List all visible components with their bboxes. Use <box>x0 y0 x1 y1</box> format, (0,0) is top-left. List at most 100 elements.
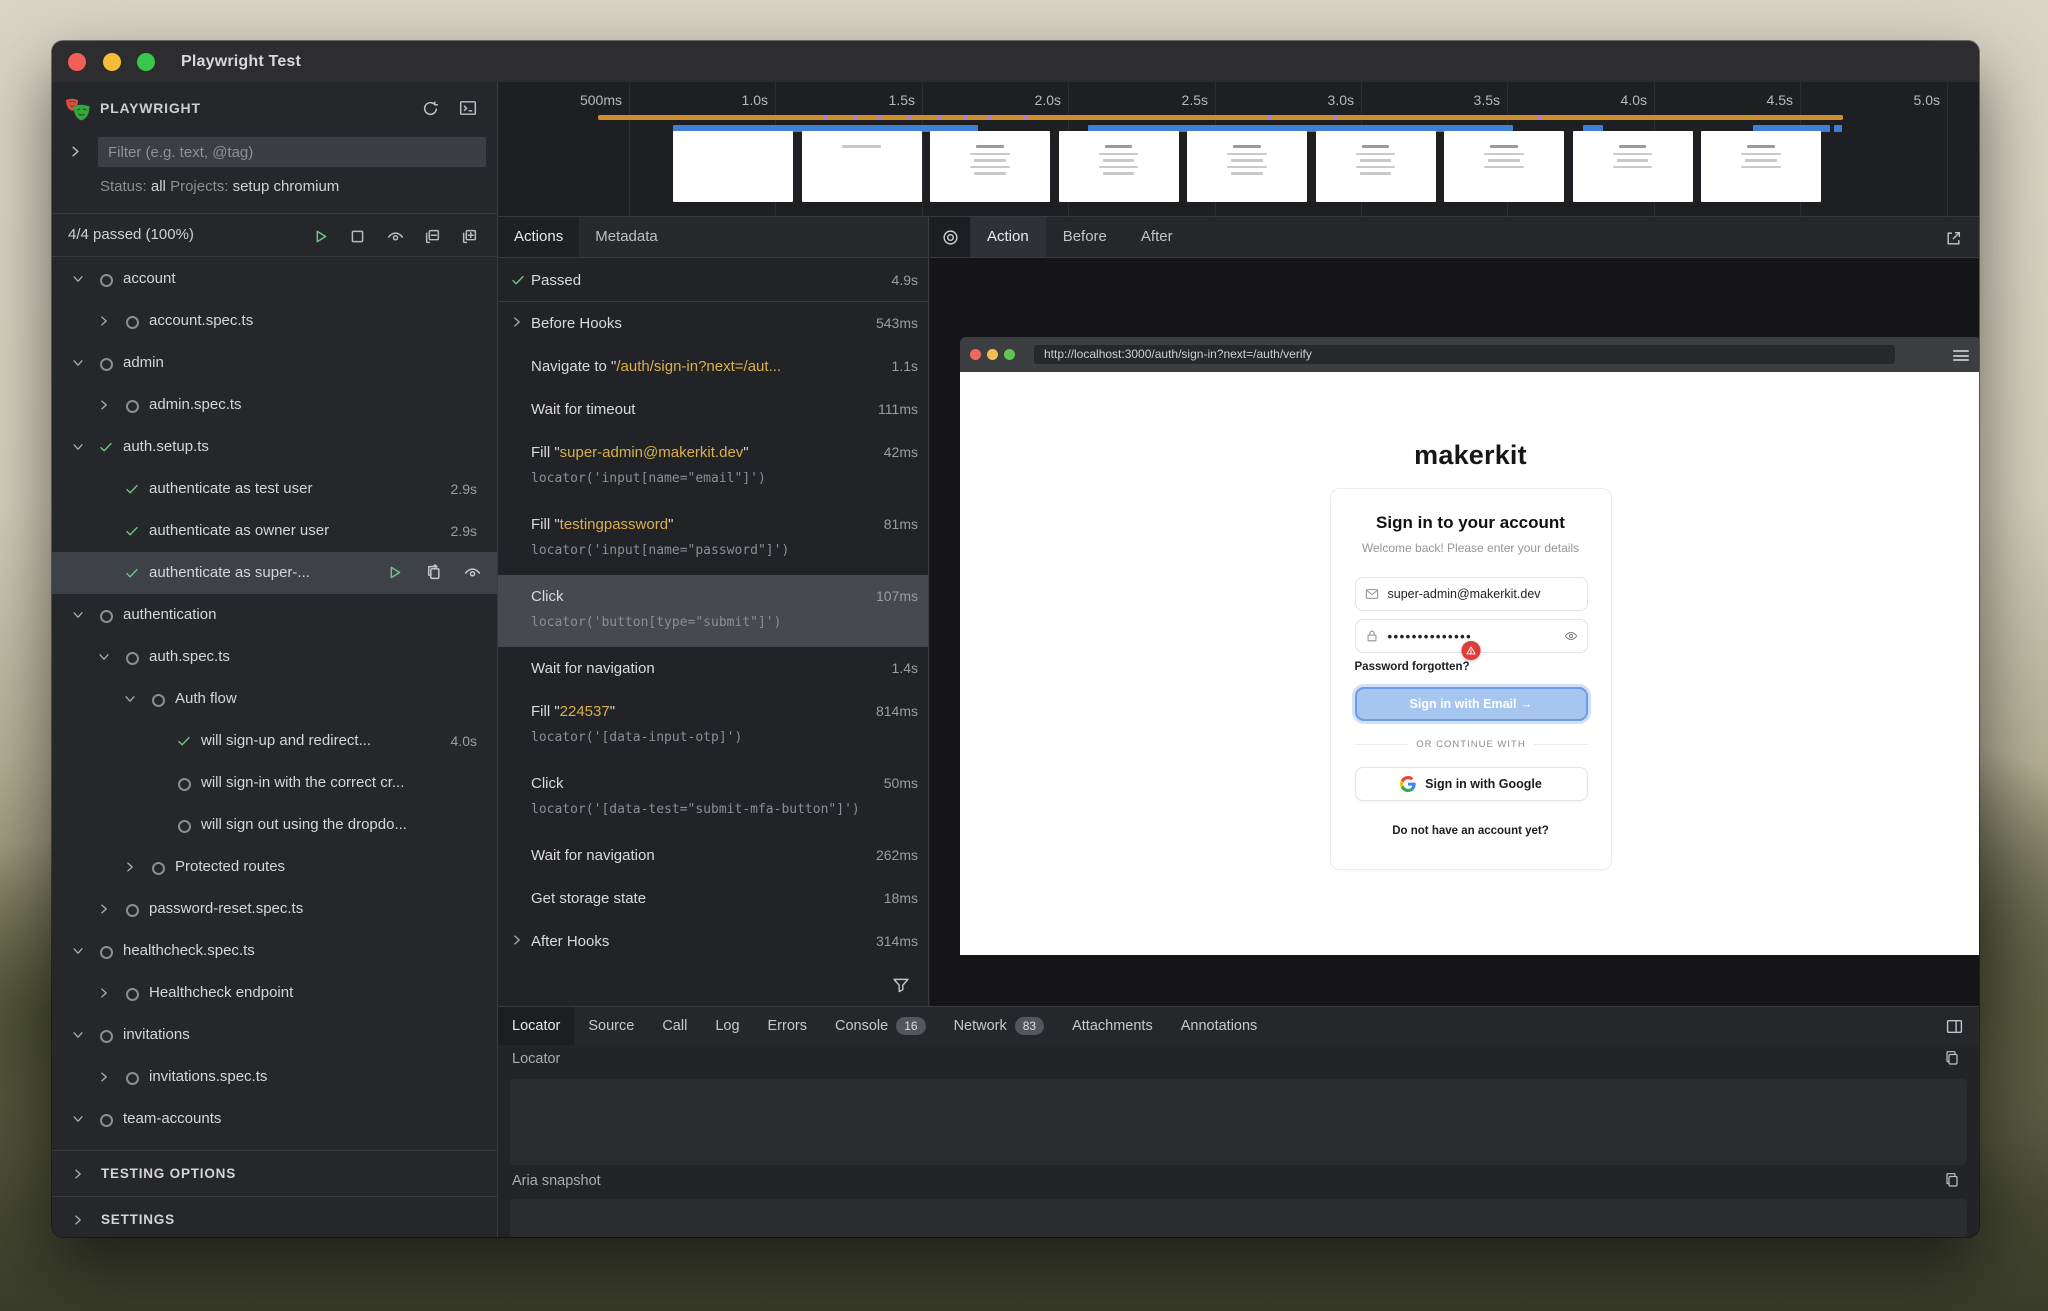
forgot-password-link[interactable]: Password forgotten? <box>1355 661 1470 673</box>
tab-network[interactable]: Network83 <box>940 1007 1059 1045</box>
chevron-down-icon[interactable] <box>71 608 85 627</box>
expand-all-icon[interactable] <box>457 224 481 248</box>
filmstrip-thumbnail[interactable] <box>1573 131 1693 202</box>
show-password-icon[interactable] <box>1564 629 1578 648</box>
chevron-down-icon[interactable] <box>71 440 85 459</box>
filmstrip-thumbnail[interactable] <box>1059 131 1179 202</box>
stop-icon[interactable] <box>345 224 369 248</box>
tree-row[interactable]: team-accounts <box>52 1098 497 1140</box>
chevron-down-icon[interactable] <box>71 1112 85 1131</box>
play-icon[interactable] <box>383 561 405 583</box>
signin-google-button[interactable]: Sign in with Google <box>1355 767 1588 801</box>
tab-attachments[interactable]: Attachments <box>1058 1007 1167 1045</box>
tree-row[interactable]: authenticate as super-... <box>52 552 497 594</box>
open-external-icon[interactable] <box>1941 226 1965 250</box>
action-row[interactable]: Click50mslocator('[data-test="submit-mfa… <box>498 762 928 834</box>
filmstrip-thumbnail[interactable] <box>1444 131 1564 202</box>
action-row[interactable]: Wait for timeout111ms <box>498 388 928 431</box>
browser-menu-icon[interactable] <box>1953 350 1969 364</box>
action-row[interactable]: After Hooks314ms <box>498 920 928 963</box>
chevron-down-icon[interactable] <box>71 272 85 291</box>
aria-snapshot-editor[interactable] <box>510 1199 1967 1237</box>
tab-actions[interactable]: Actions <box>498 217 579 257</box>
filmstrip-thumbnail[interactable] <box>930 131 1050 202</box>
refresh-icon[interactable] <box>418 96 442 120</box>
tab-metadata[interactable]: Metadata <box>579 217 674 257</box>
action-row[interactable]: Fill "super-admin@makerkit.dev"42mslocat… <box>498 431 928 503</box>
chevron-right-icon[interactable] <box>510 315 524 334</box>
copy-icon[interactable] <box>422 561 444 583</box>
action-row[interactable]: Navigate to "/auth/sign-in?next=/aut...1… <box>498 345 928 388</box>
signup-link[interactable]: Do not have an account yet? <box>1331 825 1611 837</box>
tab-log[interactable]: Log <box>701 1007 753 1045</box>
timeline[interactable]: 500ms1.0s1.5s2.0s2.5s3.0s3.5s4.0s4.5s5.0… <box>498 82 1979 217</box>
tab-console[interactable]: Console16 <box>821 1007 940 1045</box>
chevron-right-icon[interactable] <box>68 144 83 164</box>
tree-row[interactable]: will sign-in with the correct cr... <box>52 762 497 804</box>
tree-row[interactable]: will sign out using the dropdo... <box>52 804 497 846</box>
play-icon[interactable] <box>308 224 332 248</box>
action-row[interactable]: Click107mslocator('button[type="submit"]… <box>498 575 928 647</box>
tab-annotations[interactable]: Annotations <box>1167 1007 1272 1045</box>
split-view-icon[interactable] <box>1943 1015 1965 1037</box>
tree-row[interactable]: auth.setup.ts <box>52 426 497 468</box>
chevron-right-icon[interactable] <box>97 1070 111 1089</box>
tab-after[interactable]: After <box>1124 217 1190 257</box>
close-button[interactable] <box>68 53 86 71</box>
filmstrip-thumbnail[interactable] <box>802 131 922 202</box>
chevron-down-icon[interactable] <box>71 944 85 963</box>
chevron-down-icon[interactable] <box>71 1028 85 1047</box>
projects-value[interactable]: setup chromium <box>233 178 340 195</box>
chevron-right-icon[interactable] <box>97 986 111 1005</box>
tree-row[interactable]: Healthcheck endpoint <box>52 972 497 1014</box>
tab-action[interactable]: Action <box>970 217 1046 257</box>
copy-locator-icon[interactable] <box>1941 1047 1963 1069</box>
chevron-right-icon[interactable] <box>97 314 111 333</box>
copy-aria-snapshot-icon[interactable] <box>1941 1169 1963 1191</box>
tree-row[interactable]: healthcheck.spec.ts <box>52 930 497 972</box>
chevron-down-icon[interactable] <box>123 692 137 711</box>
tree-row[interactable]: will sign-up and redirect...4.0s <box>52 720 497 762</box>
tree-row[interactable]: admin <box>52 342 497 384</box>
terminal-icon[interactable] <box>456 96 480 120</box>
filter-input[interactable] <box>98 137 486 167</box>
filmstrip-thumbnail[interactable] <box>673 131 793 202</box>
collapse-all-icon[interactable] <box>420 224 444 248</box>
watch-icon[interactable] <box>461 561 483 583</box>
locator-editor[interactable] <box>510 1079 1967 1165</box>
sidebar-section-settings[interactable]: SETTINGS <box>52 1196 497 1237</box>
filmstrip[interactable] <box>498 131 1979 202</box>
action-row[interactable]: Passed4.9s <box>498 259 928 302</box>
action-row[interactable]: Before Hooks543ms <box>498 302 928 345</box>
action-row[interactable]: Fill "224537"814mslocator('[data-input-o… <box>498 690 928 762</box>
tab-source[interactable]: Source <box>574 1007 648 1045</box>
chevron-right-icon[interactable] <box>97 398 111 417</box>
watch-icon[interactable] <box>383 224 407 248</box>
filmstrip-thumbnail[interactable] <box>1701 131 1821 202</box>
sidebar-section-testing-options[interactable]: TESTING OPTIONS <box>52 1150 497 1196</box>
chevron-right-icon[interactable] <box>510 933 524 952</box>
tree-row[interactable]: authenticate as owner user2.9s <box>52 510 497 552</box>
filmstrip-thumbnail[interactable] <box>1187 131 1307 202</box>
url-bar[interactable]: http://localhost:3000/auth/sign-in?next=… <box>1034 345 1895 364</box>
email-field[interactable]: super-admin@makerkit.dev <box>1355 577 1588 611</box>
maximize-button[interactable] <box>137 53 155 71</box>
tree-row[interactable]: Auth flow <box>52 678 497 720</box>
tab-locator[interactable]: Locator <box>498 1007 574 1045</box>
tree-row[interactable]: admin.spec.ts <box>52 384 497 426</box>
tree-row[interactable]: authentication <box>52 594 497 636</box>
tree-row[interactable]: invitations.spec.ts <box>52 1056 497 1098</box>
pick-locator-target-icon[interactable] <box>930 217 970 257</box>
tab-errors[interactable]: Errors <box>754 1007 821 1045</box>
action-row[interactable]: Wait for navigation1.4s <box>498 647 928 690</box>
tab-call[interactable]: Call <box>648 1007 701 1045</box>
minimize-button[interactable] <box>103 53 121 71</box>
tree-row[interactable]: auth.spec.ts <box>52 636 497 678</box>
filter-funnel-icon[interactable] <box>888 972 914 998</box>
tree-row[interactable]: account <box>52 258 497 300</box>
chevron-right-icon[interactable] <box>97 902 111 921</box>
action-row[interactable]: Wait for navigation262ms <box>498 834 928 877</box>
chevron-right-icon[interactable] <box>123 860 137 879</box>
action-row[interactable]: Get storage state18ms <box>498 877 928 920</box>
tree-row[interactable]: authenticate as test user2.9s <box>52 468 497 510</box>
